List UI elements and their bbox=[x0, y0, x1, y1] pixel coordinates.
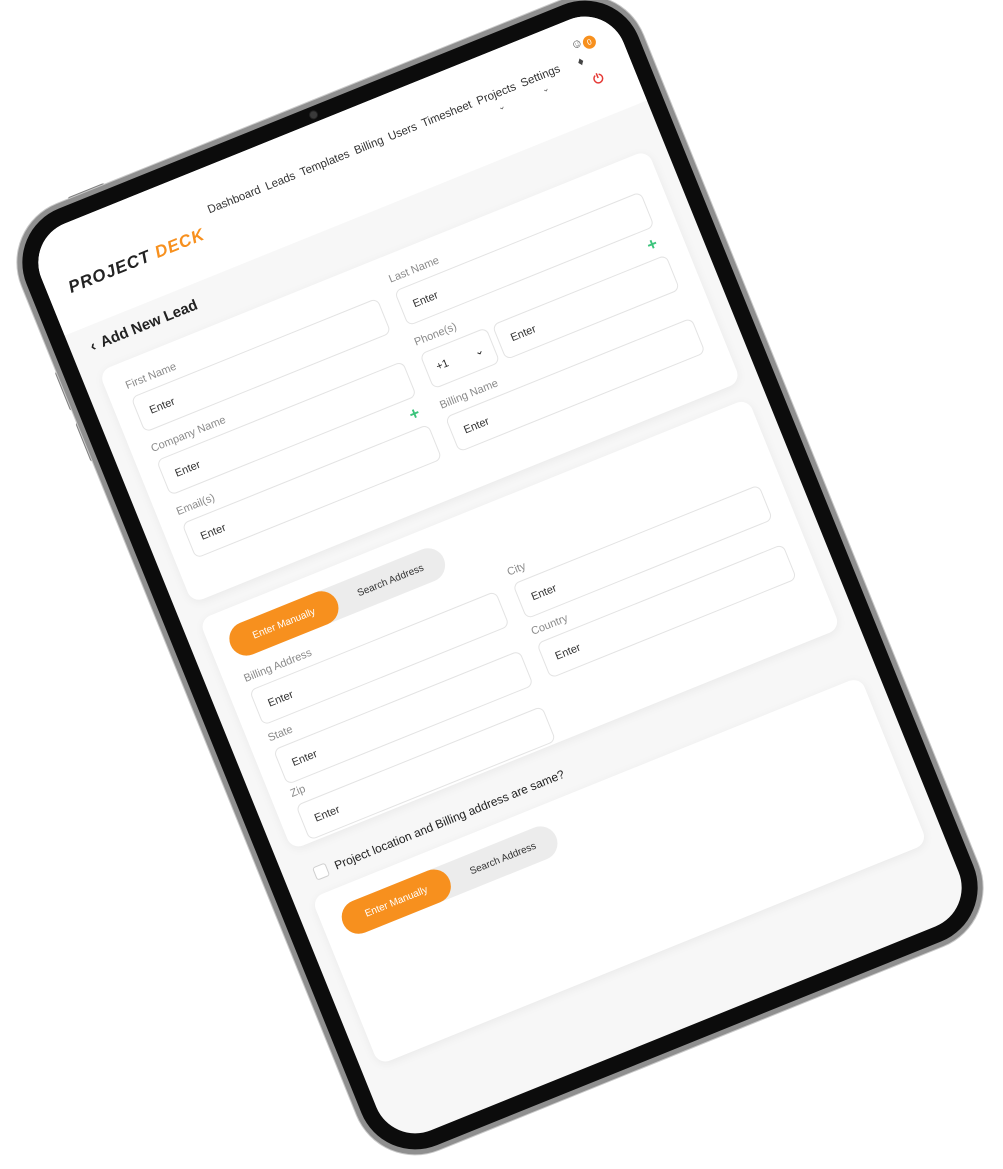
chevron-down-icon: ⌄ bbox=[540, 82, 551, 95]
bell-icon[interactable]: ♦ bbox=[575, 54, 586, 69]
nav-projects[interactable]: Projects ⌄ bbox=[475, 81, 523, 119]
project-deck-logo[interactable]: PROJECTDECK bbox=[66, 225, 208, 298]
same-address-checkbox[interactable] bbox=[311, 862, 331, 881]
nav-settings[interactable]: Settings ⌄ bbox=[519, 63, 567, 101]
nav-leads[interactable]: Leads bbox=[264, 170, 298, 193]
back-arrow-icon[interactable]: ‹ bbox=[88, 337, 99, 355]
chevron-down-icon: ⌄ bbox=[472, 343, 486, 359]
nav-timesheet[interactable]: Timesheet bbox=[420, 99, 474, 130]
power-icon[interactable]: ⏻ bbox=[591, 70, 607, 89]
project-enter-manually-button[interactable]: Enter Manually bbox=[336, 864, 456, 939]
main-nav: Dashboard Leads Templates Billing Users … bbox=[206, 63, 567, 227]
front-camera bbox=[308, 110, 319, 120]
app-screen: PROJECTDECK Dashboard Leads Templates Bi… bbox=[25, 3, 975, 1147]
nav-templates[interactable]: Templates bbox=[298, 148, 351, 179]
nav-users[interactable]: Users bbox=[387, 121, 419, 143]
chevron-down-icon: ⌄ bbox=[495, 100, 507, 113]
nav-billing[interactable]: Billing bbox=[353, 134, 386, 157]
project-search-address-button[interactable]: Search Address bbox=[443, 821, 562, 896]
tablet-frame: PROJECTDECK Dashboard Leads Templates Bi… bbox=[4, 0, 996, 1167]
tablet-device: PROJECTDECK Dashboard Leads Templates Bi… bbox=[4, 0, 996, 1167]
header-icons: ☺ 0 ♦ ⏻ bbox=[565, 21, 628, 101]
nav-dashboard[interactable]: Dashboard bbox=[206, 184, 263, 216]
project-location-mode-toggle: Enter Manually Search Address bbox=[336, 821, 563, 939]
